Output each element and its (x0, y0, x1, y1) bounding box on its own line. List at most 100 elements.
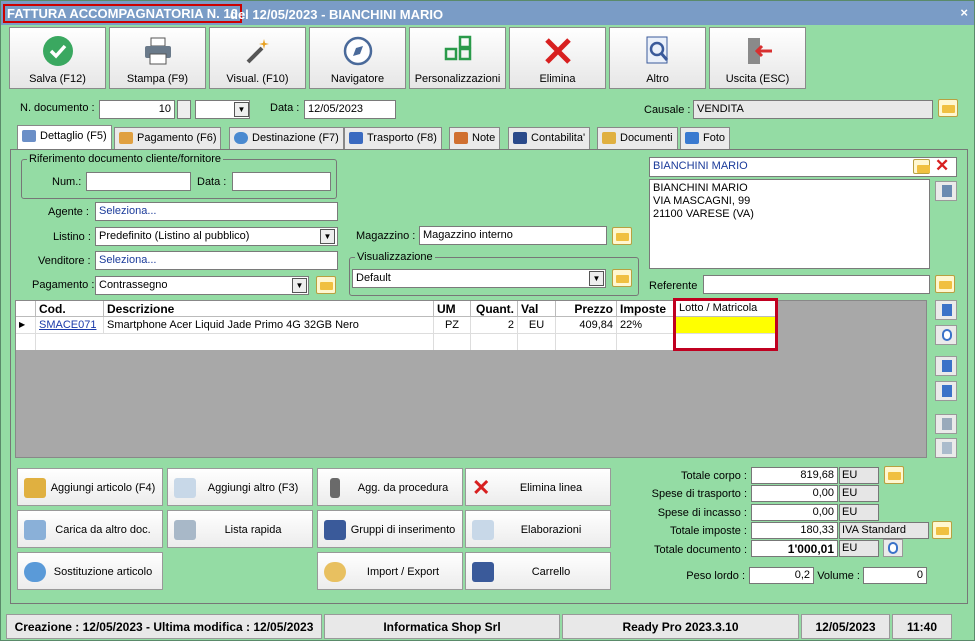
new-row-cell[interactable] (617, 333, 676, 350)
volume-value[interactable]: 0 (863, 567, 927, 584)
arrow-down-icon[interactable] (935, 381, 957, 401)
print-button[interactable]: Stampa (F9) (109, 27, 206, 89)
ndoc-input[interactable]: 10 (99, 100, 175, 119)
other-button[interactable]: Altro (609, 27, 706, 89)
cell-val[interactable]: EU (518, 317, 556, 333)
insert-groups-button[interactable]: Gruppi di inserimento (317, 510, 463, 548)
visual-select[interactable]: Default (352, 269, 606, 288)
import-export-button[interactable]: Import / Export (317, 552, 463, 590)
data-input[interactable]: 12/05/2023 (304, 100, 396, 119)
folder-icon[interactable] (932, 521, 952, 539)
cell-descrizione[interactable]: Smartphone Acer Liquid Jade Primo 4G 32G… (104, 317, 434, 333)
tab-dettaglio[interactable]: Dettaglio (F5) (17, 125, 112, 149)
save-button[interactable]: Salva (F12) (9, 27, 106, 89)
rif-data-input[interactable] (232, 172, 331, 191)
search-icon[interactable] (935, 325, 957, 345)
exit-button[interactable]: Uscita (ESC) (709, 27, 806, 89)
arrow-up-icon[interactable] (935, 356, 957, 376)
cell-cod[interactable]: SMACE071 (36, 317, 104, 333)
chevron-down-icon[interactable]: ▼ (292, 278, 307, 293)
hand-list-icon (174, 520, 196, 540)
venditore-input[interactable]: Seleziona... (95, 251, 338, 270)
col-um[interactable]: UM (434, 301, 471, 317)
referente-input[interactable] (703, 275, 930, 294)
chevron-down-icon[interactable]: ▼ (589, 271, 604, 286)
copy-icon[interactable] (935, 414, 957, 434)
col-val[interactable]: Val (518, 301, 556, 317)
new-row-cell[interactable] (556, 333, 617, 350)
load-from-doc-button[interactable]: Carica da altro doc. (17, 510, 163, 548)
navigator-button-label: Navigatore (330, 73, 385, 85)
customer-name-field[interactable]: BIANCHINI MARIO (649, 157, 957, 177)
preview-button[interactable]: Visual. (F10) (209, 27, 306, 89)
database-icon (324, 562, 346, 582)
new-row-cell[interactable] (518, 333, 556, 350)
ndoc-suffix-button[interactable] (177, 100, 191, 119)
peso-value[interactable]: 0,2 (749, 567, 814, 584)
processing-button[interactable]: Elaborazioni (465, 510, 611, 548)
folder-icon[interactable] (913, 159, 930, 174)
sort-icon[interactable] (935, 300, 957, 320)
folder-icon[interactable] (612, 269, 632, 287)
replace-article-button[interactable]: Sostituzione articolo (17, 552, 163, 590)
paste-icon[interactable] (935, 438, 957, 458)
zoom-icon[interactable] (883, 539, 903, 557)
trasporto-value[interactable]: 0,00 (751, 485, 838, 502)
pagamento-select[interactable]: Contrassegno (95, 276, 309, 295)
new-row-cell[interactable] (36, 333, 434, 350)
agente-input[interactable]: Seleziona... (95, 202, 338, 221)
col-prezzo[interactable]: Prezzo (556, 301, 617, 317)
rif-data-label: Data : (197, 176, 227, 188)
lotto-highlight (673, 298, 778, 351)
col-imposte[interactable]: Imposte (617, 301, 676, 317)
folder-icon[interactable] (612, 227, 632, 245)
chevron-down-icon[interactable]: ▼ (234, 102, 249, 117)
tab-note[interactable]: Note (449, 127, 501, 149)
tab-contabilita[interactable]: Contabilita' (508, 127, 591, 149)
cell-quant[interactable]: 2 (471, 317, 518, 333)
tab-destinazione[interactable]: Destinazione (F7) (229, 127, 344, 149)
delete-button[interactable]: Elimina (509, 27, 606, 89)
cart-button[interactable]: Carrello (465, 552, 611, 590)
add-other-button[interactable]: Aggiungi altro (F3) (167, 468, 313, 506)
tab-label: Foto (703, 132, 726, 144)
edit-icon[interactable] (935, 181, 957, 201)
folder-icon[interactable] (935, 275, 955, 293)
delete-line-button[interactable]: ✕ Elimina linea (465, 468, 611, 506)
cell-prezzo[interactable]: 409,84 (556, 317, 617, 333)
folder-icon[interactable] (884, 466, 904, 484)
customize-button[interactable]: Personalizzazioni (409, 27, 506, 89)
new-row-cell[interactable] (471, 333, 518, 350)
tab-foto[interactable]: Foto (680, 127, 731, 149)
listino-select[interactable]: Predefinito (Listino al pubblico) (95, 227, 338, 246)
add-article-button[interactable]: Aggiungi articolo (F4) (17, 468, 163, 506)
button-label: Aggiungi altro (F3) (207, 482, 299, 494)
close-icon[interactable]: ✕ (935, 156, 949, 176)
col-cod[interactable]: Cod. (36, 301, 104, 317)
cell-um[interactable]: PZ (434, 317, 471, 333)
tab-trasporto[interactable]: Trasporto (F8) (344, 127, 442, 149)
close-icon[interactable]: × (960, 5, 968, 20)
navigator-button[interactable]: Navigatore (309, 27, 406, 89)
visual-group-label: Visualizzazione (355, 251, 435, 263)
chevron-down-icon[interactable]: ▼ (320, 229, 335, 244)
new-row-cell[interactable] (434, 333, 471, 350)
col-quant[interactable]: Quant. (471, 301, 518, 317)
cell-imposte[interactable]: 22% (617, 317, 676, 333)
incasso-value[interactable]: 0,00 (751, 504, 838, 521)
tab-documenti[interactable]: Documenti (597, 127, 678, 149)
folder-icon[interactable] (938, 99, 958, 117)
status-created: Creazione : 12/05/2023 - Ultima modifica… (6, 614, 322, 639)
button-label: Elimina linea (519, 482, 583, 494)
col-descrizione[interactable]: Descrizione (104, 301, 434, 317)
exit-button-label: Uscita (ESC) (725, 73, 790, 85)
quick-list-button[interactable]: Lista rapida (167, 510, 313, 548)
rif-num-label: Num.: (52, 176, 82, 188)
causale-input[interactable]: VENDITA (693, 100, 933, 119)
folder-icon[interactable] (316, 276, 336, 294)
tab-pagamento[interactable]: Pagamento (F6) (114, 127, 222, 149)
rif-num-input[interactable] (86, 172, 191, 191)
magazzino-input[interactable]: Magazzino interno (419, 226, 607, 245)
agente-label: Agente : (48, 206, 89, 218)
add-from-procedure-button[interactable]: Agg. da procedura (317, 468, 463, 506)
